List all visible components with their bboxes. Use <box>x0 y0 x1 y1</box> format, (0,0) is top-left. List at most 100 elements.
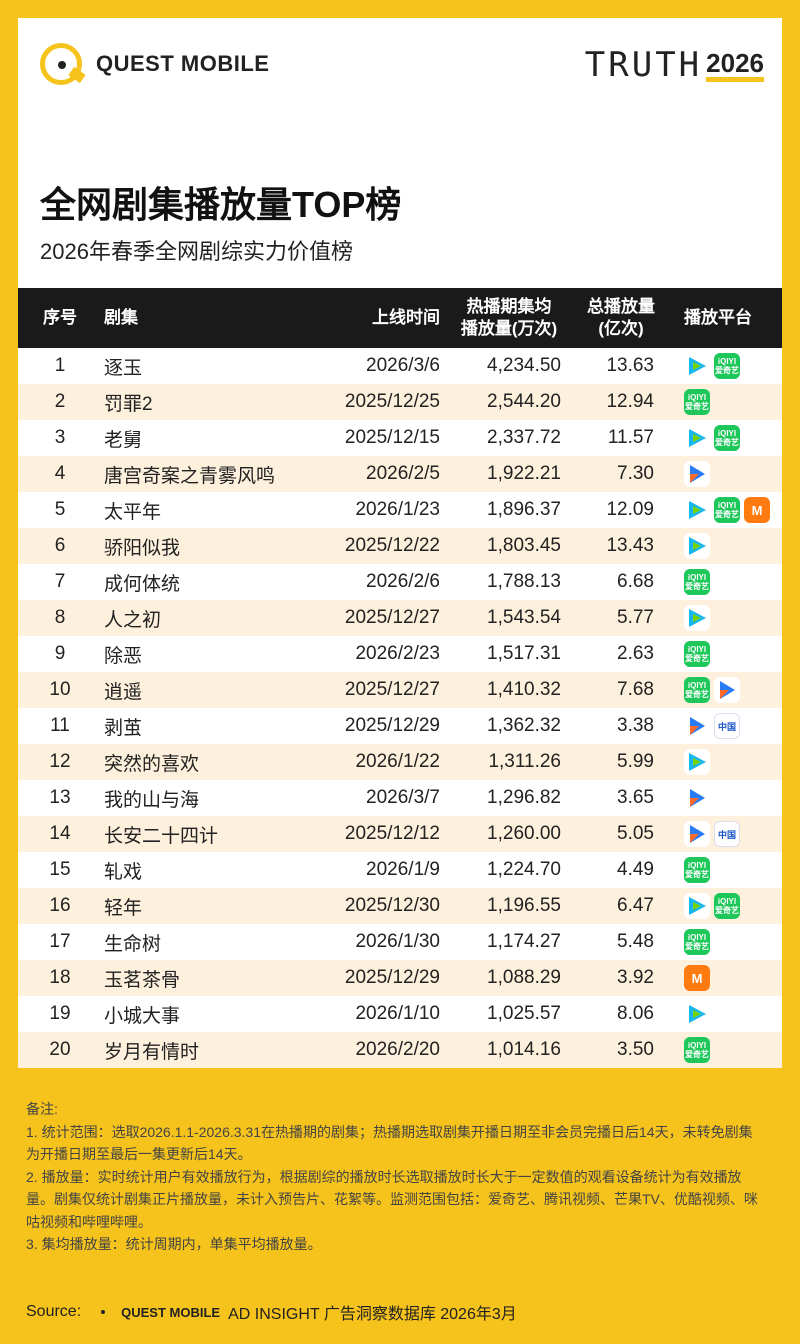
avg-views-cell: 1,362.32 <box>487 715 561 736</box>
drama-name-cell: 人之初 <box>104 609 162 631</box>
truth-2026-badge: TRUTH 2026 <box>585 48 764 82</box>
platform-cell: 中国 <box>684 816 784 852</box>
rank-cell: 3 <box>54 427 66 448</box>
total-views-cell: 5.77 <box>617 607 654 628</box>
tencent-icon <box>684 749 710 775</box>
col-rank: 序号 <box>43 308 77 327</box>
avg-views-cell: 1,896.37 <box>487 499 561 520</box>
rank-cell: 20 <box>49 1039 71 1060</box>
total-views-cell: 12.09 <box>606 499 654 520</box>
total-views-cell: 13.43 <box>606 535 654 556</box>
table-row: 13 我的山与海 2026/3/7 1,296.82 3.65 <box>18 780 782 816</box>
rank-cell: 18 <box>49 967 71 988</box>
drama-name-cell: 突然的喜欢 <box>104 753 200 775</box>
iqiyi-icon: iQIYI 爱奇艺 <box>684 389 710 415</box>
platform-cell: iQIYI 爱奇艺 <box>684 852 784 888</box>
drama-name-cell: 我的山与海 <box>104 789 200 811</box>
table-row: 5 太平年 2026/1/23 1,896.37 12.09 iQIYI 爱奇艺 M <box>18 492 782 528</box>
table-row: 14 长安二十四计 2025/12/12 1,260.00 5.05 中国 <box>18 816 782 852</box>
total-views-cell: 3.50 <box>617 1039 654 1060</box>
col-platform: 播放平台 <box>684 308 752 327</box>
mango-icon: M <box>684 965 710 991</box>
rank-cell: 5 <box>54 499 66 520</box>
notes-section: 备注: 1. 统计范围：选取2026.1.1-2026.3.31在热播期的剧集；… <box>26 1098 766 1256</box>
total-views-cell: 6.47 <box>617 895 654 916</box>
release-date-cell: 2025/12/27 <box>344 607 440 628</box>
mango-icon: M <box>744 497 770 523</box>
table-row: 15 轧戏 2026/1/9 1,224.70 4.49 iQIYI 爱奇艺 <box>18 852 782 888</box>
avg-views-cell: 2,337.72 <box>487 427 561 448</box>
avg-views-cell: 1,803.45 <box>487 535 561 556</box>
drama-name-cell: 老舅 <box>104 429 143 451</box>
table-header: 序号 剧集 上线时间 热播期集均 播放量(万次) 总播放量 (亿次) 播放平台 <box>18 288 782 348</box>
release-date-cell: 2025/12/27 <box>344 679 440 700</box>
avg-views-cell: 1,517.31 <box>487 643 561 664</box>
table-row: 19 小城大事 2026/1/10 1,025.57 8.06 <box>18 996 782 1032</box>
release-date-cell: 2025/12/12 <box>344 823 440 844</box>
rank-cell: 9 <box>54 643 66 664</box>
tencent-icon <box>684 497 710 523</box>
release-date-cell: 2026/1/30 <box>355 931 440 952</box>
iqiyi-icon: iQIYI 爱奇艺 <box>684 641 710 667</box>
platform-cell: M <box>684 960 784 996</box>
iqiyi-icon: iQIYI 爱奇艺 <box>714 497 740 523</box>
total-views-cell: 3.92 <box>617 967 654 988</box>
report-card: QUEST MOBILE TRUTH 2026 全网剧集播放量TOP榜 2026… <box>18 18 782 1068</box>
avg-views-cell: 1,025.57 <box>487 1003 561 1024</box>
drama-name-cell: 剥茧 <box>104 717 143 739</box>
migu-icon: 中国 <box>714 821 740 847</box>
avg-views-cell: 1,260.00 <box>487 823 561 844</box>
note-3: 3. 集均播放量：统计周期内，单集平均播放量。 <box>26 1236 322 1252</box>
drama-name-cell: 玉茗茶骨 <box>104 969 181 991</box>
rank-cell: 8 <box>54 607 66 628</box>
release-date-cell: 2025/12/25 <box>344 391 440 412</box>
source-brand: QUEST MOBILE <box>121 1304 221 1320</box>
table-row: 1 逐玉 2026/3/6 4,234.50 13.63 iQIYI 爱奇艺 <box>18 348 782 384</box>
platform-cell <box>684 600 784 636</box>
platform-cell: iQIYI 爱奇艺 <box>684 384 784 420</box>
avg-views-cell: 1,311.26 <box>488 751 561 772</box>
iqiyi-icon: iQIYI 爱奇艺 <box>684 677 710 703</box>
drama-name-cell: 太平年 <box>104 501 162 523</box>
avg-views-cell: 1,174.27 <box>487 931 561 952</box>
total-views-cell: 5.48 <box>617 931 654 952</box>
rank-cell: 15 <box>49 859 71 880</box>
drama-name-cell: 轻年 <box>104 897 143 919</box>
total-views-cell: 2.63 <box>617 643 654 664</box>
release-date-cell: 2026/3/6 <box>366 355 440 376</box>
migu-icon: 中国 <box>714 713 740 739</box>
release-date-cell: 2026/3/7 <box>366 787 440 808</box>
total-views-cell: 12.94 <box>606 391 654 412</box>
platform-cell: iQIYI 爱奇艺 <box>684 888 784 924</box>
table-body: 1 逐玉 2026/3/6 4,234.50 13.63 iQIYI 爱奇艺 2 罚罪2 2025… <box>18 348 782 1068</box>
source-label: Source: <box>26 1303 82 1320</box>
col-avg: 热播期集均 播放量(万次) <box>460 297 558 338</box>
release-date-cell: 2026/1/10 <box>355 1003 440 1024</box>
rank-cell: 10 <box>49 679 71 700</box>
col-date: 上线时间 <box>372 308 440 327</box>
note-2: 2. 播放量：实时统计用户有效播放行为，根据剧综的播放时长选取播放时长大于一定数… <box>26 1168 758 1230</box>
iqiyi-icon: iQIYI 爱奇艺 <box>714 893 740 919</box>
rank-cell: 11 <box>50 715 70 736</box>
iqiyi-icon: iQIYI 爱奇艺 <box>684 857 710 883</box>
platform-cell: iQIYI 爱奇艺 <box>684 564 784 600</box>
youku-icon <box>684 785 710 811</box>
drama-name-cell: 罚罪2 <box>104 393 153 415</box>
total-views-cell: 8.06 <box>617 1003 654 1024</box>
brand-name: QUEST MOBILE <box>96 51 270 76</box>
iqiyi-icon: iQIYI 爱奇艺 <box>714 353 740 379</box>
avg-views-cell: 1,014.16 <box>487 1039 561 1060</box>
total-views-cell: 11.57 <box>607 427 654 448</box>
drama-name-cell: 小城大事 <box>104 1005 181 1027</box>
release-date-cell: 2026/1/23 <box>355 499 440 520</box>
questmobile-mini-icon <box>91 1300 116 1324</box>
page-title: 全网剧集播放量TOP榜 <box>40 184 402 225</box>
release-date-cell: 2026/1/9 <box>366 859 440 880</box>
drama-name-cell: 逍遥 <box>104 681 143 703</box>
release-date-cell: 2025/12/15 <box>344 427 440 448</box>
table-row: 11 剥茧 2025/12/29 1,362.32 3.38 中国 <box>18 708 782 744</box>
rank-cell: 2 <box>54 391 66 412</box>
source-line: Source: QUEST MOBILE AD INSIGHT 广告洞察数据库 … <box>26 1296 517 1328</box>
tencent-icon <box>684 605 710 631</box>
note-1: 1. 统计范围：选取2026.1.1-2026.3.31在热播期的剧集；热播期选… <box>26 1123 753 1163</box>
